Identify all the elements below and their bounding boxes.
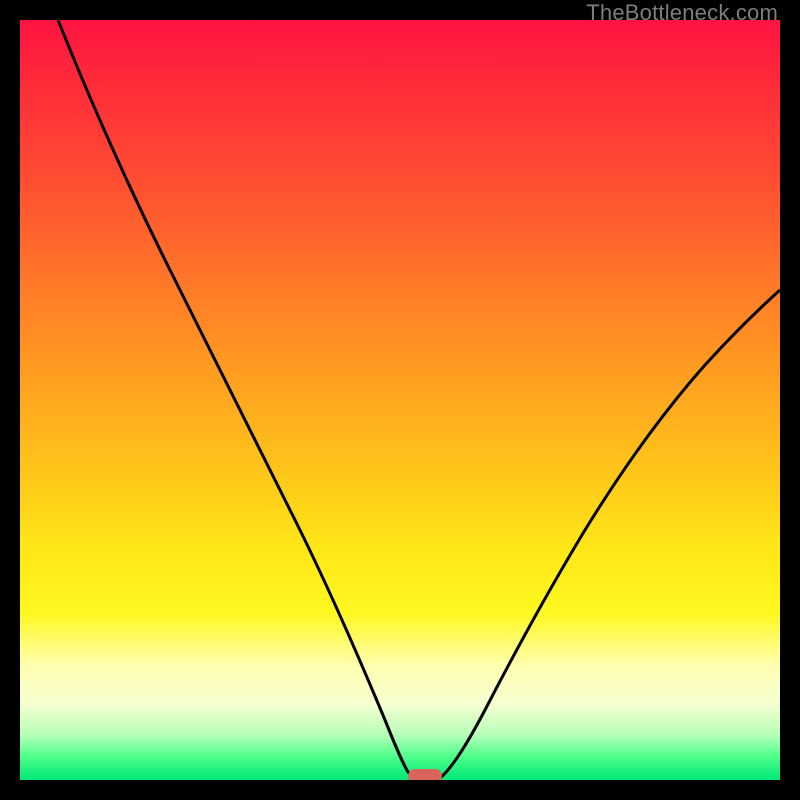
bottleneck-curve xyxy=(58,20,780,778)
plot-area xyxy=(20,20,780,780)
curve-layer xyxy=(20,20,780,780)
watermark-text: TheBottleneck.com xyxy=(586,0,778,26)
optimal-marker xyxy=(408,769,442,780)
chart-container: TheBottleneck.com xyxy=(0,0,800,800)
